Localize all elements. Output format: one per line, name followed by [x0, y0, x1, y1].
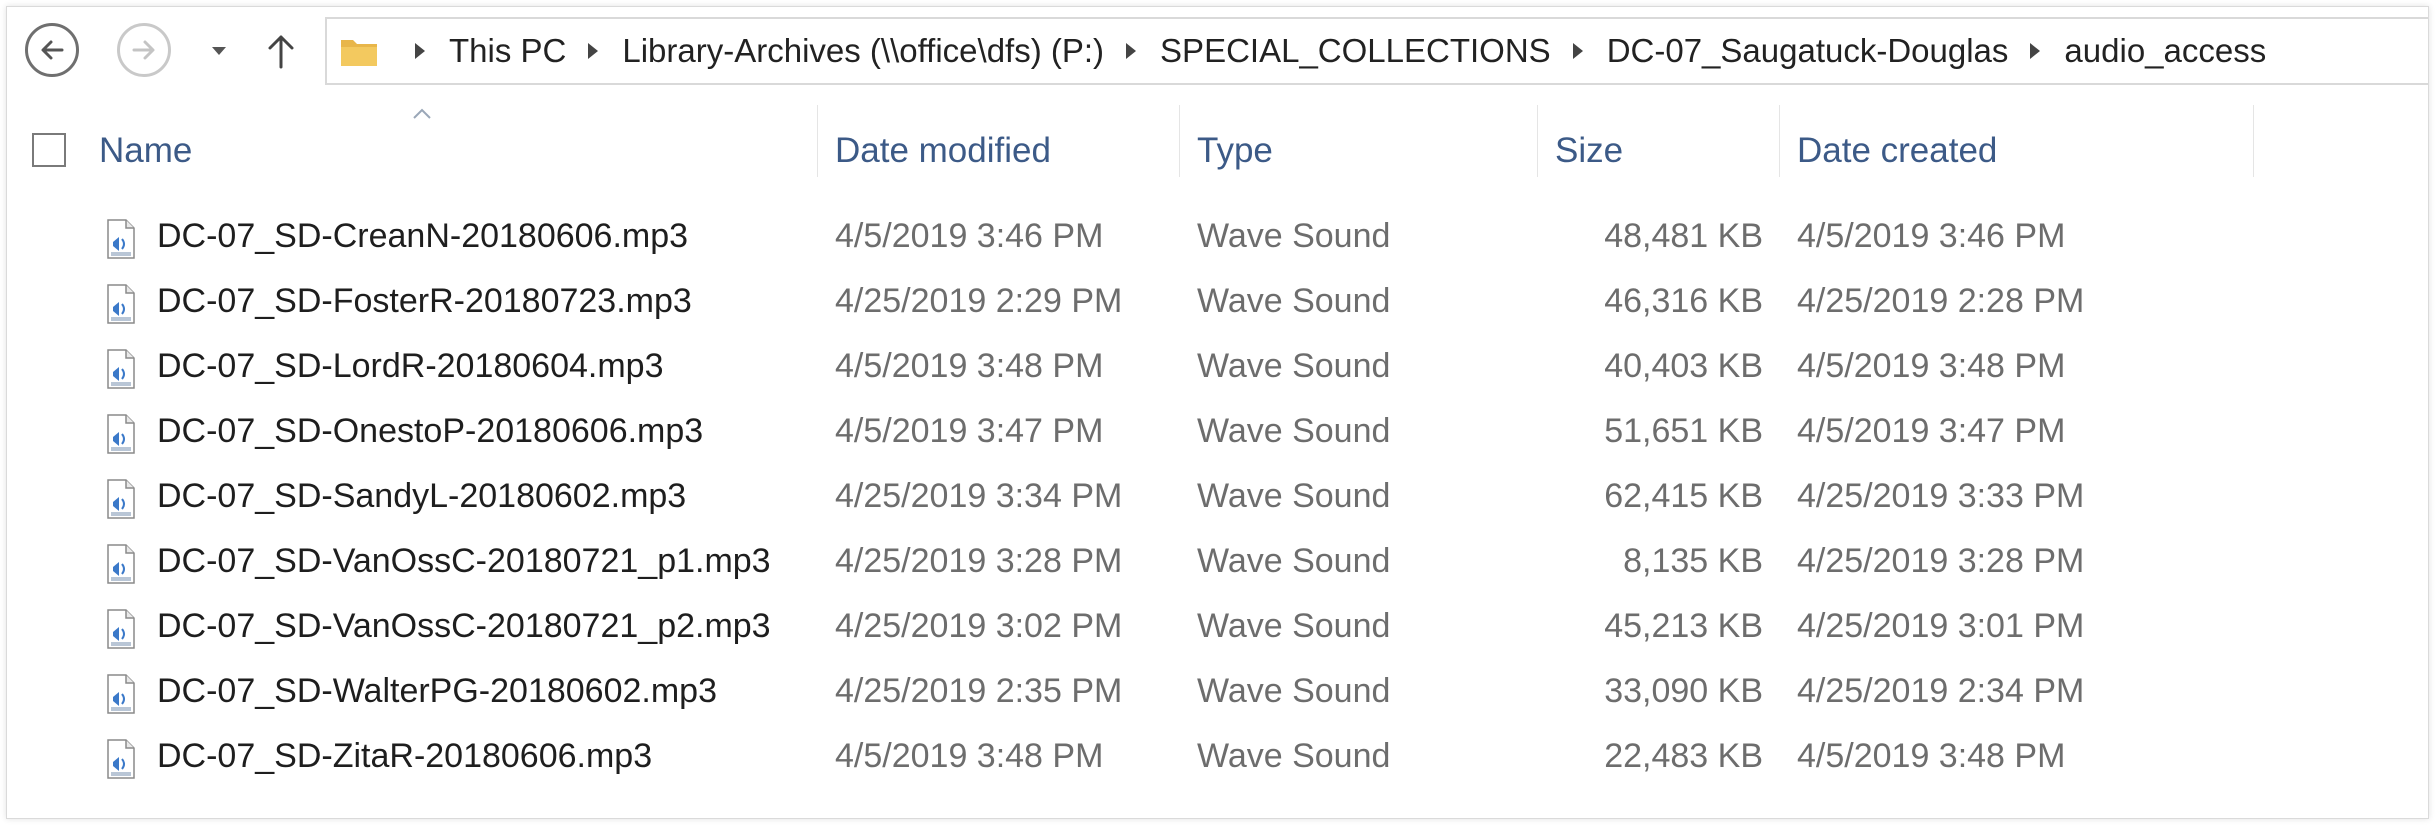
breadcrumb-separator[interactable]: [2030, 43, 2041, 59]
explorer-window: This PC Library-Archives (\\office\dfs) …: [6, 6, 2429, 819]
wav-file-icon: [107, 739, 135, 779]
file-size: 33,090 KB: [1604, 672, 1763, 710]
file-type: Wave Sound: [1197, 347, 1391, 385]
file-size: 51,651 KB: [1604, 412, 1763, 450]
file-date-created: 4/5/2019 3:48 PM: [1797, 347, 2066, 385]
file-size: 8,135 KB: [1623, 542, 1763, 580]
wav-file-icon: [107, 349, 135, 389]
breadcrumb-special-collections[interactable]: SPECIAL_COLLECTIONS: [1160, 32, 1551, 70]
sort-ascending-icon: [413, 108, 431, 119]
file-date-created: 4/25/2019 3:28 PM: [1797, 542, 2085, 580]
file-type: Wave Sound: [1197, 672, 1391, 710]
forward-arrow-icon: [132, 40, 155, 60]
file-date-modified: 4/25/2019 3:02 PM: [835, 607, 1123, 645]
file-date-modified: 4/25/2019 3:28 PM: [835, 542, 1123, 580]
breadcrumb-separator[interactable]: [415, 43, 425, 59]
file-type: Wave Sound: [1197, 217, 1391, 255]
select-all-checkbox[interactable]: [32, 133, 66, 167]
file-type: Wave Sound: [1197, 412, 1391, 450]
file-size: 62,415 KB: [1604, 477, 1763, 515]
file-name[interactable]: DC-07_SD-VanOssC-20180721_p2.mp3: [157, 607, 771, 646]
file-size: 45,213 KB: [1604, 607, 1763, 645]
column-name[interactable]: Name: [99, 131, 192, 171]
file-name[interactable]: DC-07_SD-OnestoP-20180606.mp3: [157, 412, 703, 451]
column-divider[interactable]: [817, 105, 818, 177]
file-name[interactable]: DC-07_SD-CreanN-20180606.mp3: [157, 217, 688, 256]
wav-file-icon: [107, 544, 135, 584]
column-divider[interactable]: [1779, 105, 1780, 177]
file-name[interactable]: DC-07_SD-ZitaR-20180606.mp3: [157, 737, 652, 776]
breadcrumb-audio-access[interactable]: audio_access: [2064, 32, 2266, 70]
file-row[interactable]: DC-07_SD-FosterR-20180723.mp3 4/25/2019 …: [7, 272, 2428, 337]
column-divider[interactable]: [1179, 105, 1180, 177]
file-row[interactable]: DC-07_SD-OnestoP-20180606.mp3 4/5/2019 3…: [7, 402, 2428, 467]
breadcrumb-separator[interactable]: [588, 43, 599, 59]
file-date-created: 4/5/2019 3:46 PM: [1797, 217, 2066, 255]
file-type: Wave Sound: [1197, 607, 1391, 645]
file-type: Wave Sound: [1197, 282, 1391, 320]
navigation-bar: This PC Library-Archives (\\office\dfs) …: [7, 7, 2428, 91]
file-date-created: 4/5/2019 3:48 PM: [1797, 737, 2066, 775]
up-button[interactable]: [263, 31, 299, 71]
back-arrow-icon: [41, 40, 64, 60]
file-size: 48,481 KB: [1604, 217, 1763, 255]
back-button[interactable]: [25, 23, 79, 77]
up-arrow-icon: [268, 35, 294, 69]
file-date-created: 4/25/2019 3:01 PM: [1797, 607, 2085, 645]
file-date-modified: 4/5/2019 3:48 PM: [835, 737, 1104, 775]
column-divider[interactable]: [2253, 105, 2254, 177]
breadcrumb-separator[interactable]: [1572, 43, 1583, 59]
column-divider[interactable]: [1537, 105, 1538, 177]
file-row[interactable]: DC-07_SD-ZitaR-20180606.mp3 4/5/2019 3:4…: [7, 727, 2428, 792]
file-size: 22,483 KB: [1604, 737, 1763, 775]
column-size[interactable]: Size: [1555, 131, 1623, 171]
file-type: Wave Sound: [1197, 737, 1391, 775]
file-date-modified: 4/25/2019 2:29 PM: [835, 282, 1123, 320]
wav-file-icon: [107, 414, 135, 454]
wav-file-icon: [107, 609, 135, 649]
file-date-modified: 4/25/2019 2:35 PM: [835, 672, 1123, 710]
file-name[interactable]: DC-07_SD-FosterR-20180723.mp3: [157, 282, 692, 321]
address-bar[interactable]: This PC Library-Archives (\\office\dfs) …: [325, 17, 2428, 85]
file-row[interactable]: DC-07_SD-VanOssC-20180721_p2.mp3 4/25/20…: [7, 597, 2428, 662]
wav-file-icon: [107, 479, 135, 519]
recent-locations-button[interactable]: [207, 39, 231, 63]
file-date-modified: 4/5/2019 3:48 PM: [835, 347, 1104, 385]
file-row[interactable]: DC-07_SD-LordR-20180604.mp3 4/5/2019 3:4…: [7, 337, 2428, 402]
file-date-created: 4/25/2019 2:28 PM: [1797, 282, 2085, 320]
breadcrumb-library-archives[interactable]: Library-Archives (\\office\dfs) (P:): [622, 32, 1104, 70]
breadcrumb-dc-07[interactable]: DC-07_Saugatuck-Douglas: [1607, 32, 2009, 70]
file-row[interactable]: DC-07_SD-VanOssC-20180721_p1.mp3 4/25/20…: [7, 532, 2428, 597]
file-size: 40,403 KB: [1604, 347, 1763, 385]
forward-button[interactable]: [117, 23, 171, 77]
breadcrumb-this-pc[interactable]: This PC: [449, 32, 566, 70]
file-date-modified: 4/5/2019 3:46 PM: [835, 217, 1104, 255]
file-type: Wave Sound: [1197, 542, 1391, 580]
wav-file-icon: [107, 284, 135, 324]
file-type: Wave Sound: [1197, 477, 1391, 515]
file-name[interactable]: DC-07_SD-SandyL-20180602.mp3: [157, 477, 686, 516]
file-date-modified: 4/5/2019 3:47 PM: [835, 412, 1104, 450]
file-date-created: 4/5/2019 3:47 PM: [1797, 412, 2066, 450]
file-row[interactable]: DC-07_SD-WalterPG-20180602.mp3 4/25/2019…: [7, 662, 2428, 727]
file-name[interactable]: DC-07_SD-VanOssC-20180721_p1.mp3: [157, 542, 771, 581]
column-date-modified[interactable]: Date modified: [835, 131, 1051, 171]
chevron-down-icon: [212, 47, 226, 55]
file-row[interactable]: DC-07_SD-SandyL-20180602.mp3 4/25/2019 3…: [7, 467, 2428, 532]
column-date-created[interactable]: Date created: [1797, 131, 1997, 171]
file-name[interactable]: DC-07_SD-WalterPG-20180602.mp3: [157, 672, 717, 711]
folder-icon: [341, 40, 377, 66]
column-header: Name Date modified Type Size Date create…: [7, 103, 2428, 193]
file-date-created: 4/25/2019 3:33 PM: [1797, 477, 2085, 515]
file-date-modified: 4/25/2019 3:34 PM: [835, 477, 1123, 515]
wav-file-icon: [107, 219, 135, 259]
breadcrumb-separator[interactable]: [1126, 43, 1137, 59]
column-type[interactable]: Type: [1197, 131, 1273, 171]
file-date-created: 4/25/2019 2:34 PM: [1797, 672, 2085, 710]
file-name[interactable]: DC-07_SD-LordR-20180604.mp3: [157, 347, 664, 386]
file-size: 46,316 KB: [1604, 282, 1763, 320]
wav-file-icon: [107, 674, 135, 714]
file-row[interactable]: DC-07_SD-CreanN-20180606.mp3 4/5/2019 3:…: [7, 207, 2428, 272]
